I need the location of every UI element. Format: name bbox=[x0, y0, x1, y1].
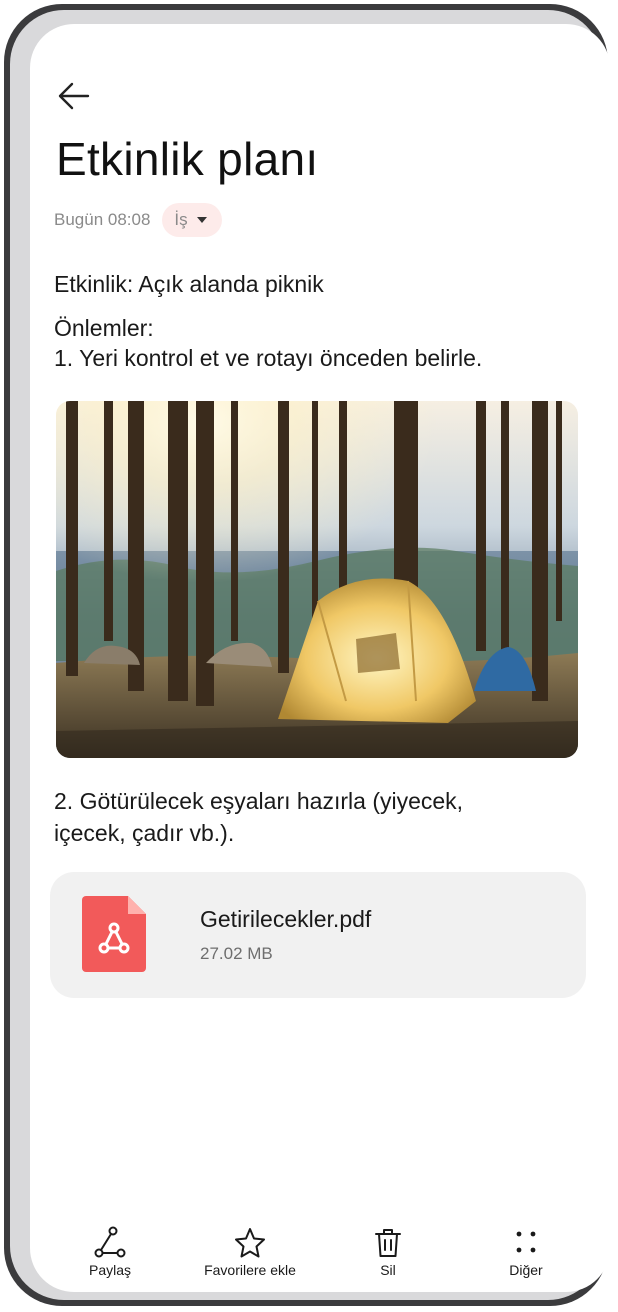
note-screen: Etkinlik planı Bugün 08:08 İş Etkinlik: … bbox=[30, 24, 610, 1292]
more-icon bbox=[516, 1231, 536, 1253]
note-line-step-2[interactable]: 2. Götürülecek eşyaları hazırla (yiyecek… bbox=[54, 788, 463, 815]
note-date: Bugün 08:08 bbox=[54, 210, 151, 229]
note-line-event[interactable]: Etkinlik: Açık alanda piknik bbox=[54, 271, 324, 298]
camping-photo[interactable] bbox=[56, 401, 578, 758]
pdf-icon bbox=[82, 896, 146, 972]
star-icon bbox=[235, 1228, 265, 1258]
note-meta: Bugün 08:08 İş bbox=[54, 202, 222, 238]
back-button[interactable] bbox=[54, 76, 94, 116]
caret-down-icon bbox=[196, 217, 207, 223]
attachment-size: 27.02 MB bbox=[200, 944, 273, 963]
more-button[interactable]: Diğer bbox=[466, 1220, 586, 1284]
note-title: Etkinlik planı bbox=[56, 133, 319, 185]
note-line-precautions[interactable]: Önlemler: bbox=[54, 315, 154, 342]
more-label: Diğer bbox=[509, 1262, 543, 1278]
delete-label: Sil bbox=[380, 1262, 396, 1278]
back-arrow-icon bbox=[58, 82, 90, 110]
note-line-step-2-cont[interactable]: içecek, çadır vb.). bbox=[54, 820, 234, 847]
favorite-label: Favorilere ekle bbox=[204, 1262, 296, 1278]
trash-icon bbox=[375, 1229, 401, 1257]
bottom-toolbar: Paylaş Favorilere ekle Sil Diğer bbox=[30, 1220, 610, 1290]
note-line-step-1[interactable]: 1. Yeri kontrol et ve rotayı önceden bel… bbox=[54, 345, 482, 372]
share-icon bbox=[94, 1226, 126, 1258]
delete-button[interactable]: Sil bbox=[328, 1220, 448, 1284]
share-label: Paylaş bbox=[88, 1262, 132, 1278]
attachment-card[interactable]: Getirilecekler.pdf 27.02 MB bbox=[50, 872, 586, 998]
favorite-button[interactable]: Favorilere ekle bbox=[190, 1220, 310, 1284]
attachment-name: Getirilecekler.pdf bbox=[200, 906, 372, 932]
category-label: İş bbox=[174, 210, 188, 229]
camping-tent-illustration bbox=[56, 401, 578, 758]
share-button[interactable]: Paylaş bbox=[50, 1220, 170, 1284]
category-selector[interactable]: İş bbox=[162, 203, 222, 237]
